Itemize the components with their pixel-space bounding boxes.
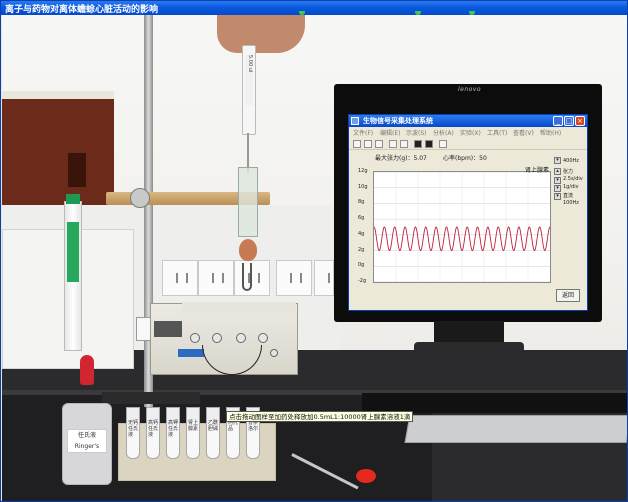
app-icon (351, 117, 359, 125)
lab-scene: 5.00 ul 任氏液 Ringer's 无钙任氏液 高钙任氏液 高钾任氏液 肾上腺素… (2, 15, 627, 501)
monitor-neck (434, 321, 504, 343)
coupling-value: 直流 (563, 193, 574, 199)
maximize-button[interactable]: □ (564, 116, 574, 126)
channel-label: 张力 (563, 169, 574, 175)
bottle-label: 任氏液 Ringer's (67, 429, 107, 453)
open-icon[interactable] (364, 140, 372, 148)
power-outlet (314, 260, 340, 296)
time-down-icon[interactable]: ▾ (554, 177, 561, 184)
hand (217, 15, 305, 53)
filter-value: 400Hz (563, 158, 579, 164)
return-button[interactable]: 返回 (556, 289, 580, 302)
stimulator-display (154, 321, 182, 337)
chart-svg (373, 171, 551, 283)
minimize-button[interactable]: _ (553, 116, 563, 126)
time-scale: 2.5s/div (563, 176, 583, 182)
close-button[interactable]: × (575, 116, 585, 126)
y-tick-label: -2g (358, 278, 367, 284)
menu-tools[interactable]: 工具(T) (487, 128, 507, 137)
stimulator-knob (236, 333, 246, 343)
reagent-tube[interactable]: 无钙任氏液 (126, 407, 140, 459)
reagent-tube[interactable]: 乙酰胆碱 (206, 407, 220, 459)
y-tick-label: 2g (358, 246, 365, 253)
ringer-dropper-bottle[interactable]: 任氏液 Ringer's (62, 355, 112, 487)
tension-hook (242, 263, 252, 291)
menu-view[interactable]: 查看(V) (513, 128, 534, 137)
heart-cannula[interactable] (238, 167, 258, 237)
y-tick-label: 12g (358, 168, 368, 174)
reagent-tube-label: 肾上腺素 (188, 420, 199, 432)
micropipette-label: 5.00 ul (245, 55, 253, 105)
gain-value: 1g/div (563, 184, 579, 190)
monitor-base (414, 342, 524, 358)
y-tick-label: 4g (358, 230, 365, 237)
stimulator-knob (270, 349, 278, 357)
window-title: 离子与药物对离体蟾蜍心脏活动的影响 (5, 5, 159, 15)
reagent-tube[interactable]: 高钾任氏液 (166, 407, 180, 459)
heart-rate-readout: 心率(bpm)：50 (443, 155, 487, 162)
tension-plot (373, 171, 551, 283)
print-icon[interactable] (389, 140, 397, 148)
monitor-brand: lenovo (458, 86, 482, 93)
y-tick-label: 0g (358, 262, 365, 269)
stimulator-switch (178, 349, 204, 357)
stimulator-knob (212, 333, 222, 343)
find-icon[interactable] (439, 140, 447, 148)
keyboard-tray (362, 393, 627, 413)
filter-down-icon[interactable]: ▾ (554, 157, 561, 164)
clamp-knob (130, 188, 150, 208)
y-tick-label: 10g (358, 183, 368, 190)
stimulator-knob (258, 333, 268, 343)
power-outlet (198, 260, 234, 296)
iron-stand-base (102, 392, 200, 404)
reagent-tube[interactable]: 高钙任氏液 (146, 407, 160, 459)
power-outlet (276, 260, 312, 296)
reagent-tube-label: 无钙任氏液 (128, 420, 139, 438)
ringer-dispenser[interactable] (64, 194, 82, 351)
save-icon[interactable] (375, 140, 383, 148)
y-tick-label: 8g (358, 199, 365, 206)
preview-icon[interactable] (400, 140, 408, 148)
menu-file[interactable]: 文件(F) (353, 128, 373, 137)
door-frame (2, 91, 114, 99)
glass-dropper-bulb[interactable] (356, 469, 376, 483)
reagent-tube[interactable]: 肾上腺素 (186, 407, 200, 459)
menu-bar: 文件(F) 编辑(E) 示波(S) 分析(A) 实验(X) 工具(T) 查看(V… (349, 127, 587, 138)
keyboard (404, 415, 627, 443)
toolbar (349, 138, 587, 150)
reagent-tube-label: 高钙任氏液 (148, 420, 159, 438)
menu-scope[interactable]: 示波(S) (406, 128, 427, 137)
dropper-bulb (80, 355, 94, 385)
reagent-tube-label: 乙酰胆碱 (208, 420, 219, 432)
menu-experiment[interactable]: 实验(X) (460, 128, 481, 137)
window-titlebar[interactable]: 离子与药物对离体蟾蜍心脏活动的影响 (1, 1, 627, 15)
reagent-tube-label: 高钾任氏液 (168, 420, 179, 438)
max-tension-readout: 最大张力(g)：5.07 (375, 155, 427, 162)
signal-software-window: 生物信号采集处理系统 _ □ × 文件(F) 编辑(E) 示波(S) 分析(A)… (348, 114, 588, 311)
channel-up-icon[interactable]: ▴ (554, 168, 561, 175)
transducer-bar (182, 302, 296, 316)
menu-analysis[interactable]: 分析(A) (433, 128, 454, 137)
cabinet-door (2, 91, 114, 209)
lowpass-value: 100Hz (563, 200, 579, 206)
stimulator-knob (190, 333, 200, 343)
gain-down-icon[interactable]: ▾ (554, 185, 561, 192)
instruction-tooltip: 点击拖动图样至加药处释放加0.5mL1:10000肾上腺素溶液1滴 (226, 411, 414, 422)
menu-help[interactable]: 帮助(H) (540, 128, 561, 137)
drug-annotation: 肾上腺素 (525, 167, 550, 174)
menu-edit[interactable]: 编辑(E) (380, 128, 400, 137)
main-window: 离子与药物对离体蟾蜍心脏活动的影响 5.00 ul 任氏液 Ringer's 无… (0, 0, 628, 502)
door-window (68, 153, 86, 187)
software-title: 生物信号采集处理系统 (363, 117, 433, 125)
measurement-readout: 最大张力(g)：5.07 心率(bpm)：50 (349, 151, 587, 163)
coupling-icon[interactable]: ▾ (554, 193, 561, 200)
new-icon[interactable] (353, 140, 361, 148)
y-tick-label: 6g (358, 215, 365, 222)
record-icon[interactable] (414, 140, 422, 148)
power-outlet (162, 260, 198, 296)
stop-icon[interactable] (425, 140, 433, 148)
power-outlet (234, 260, 270, 296)
software-titlebar[interactable]: 生物信号采集处理系统 _ □ × (349, 115, 587, 127)
toad-heart[interactable] (239, 239, 257, 261)
